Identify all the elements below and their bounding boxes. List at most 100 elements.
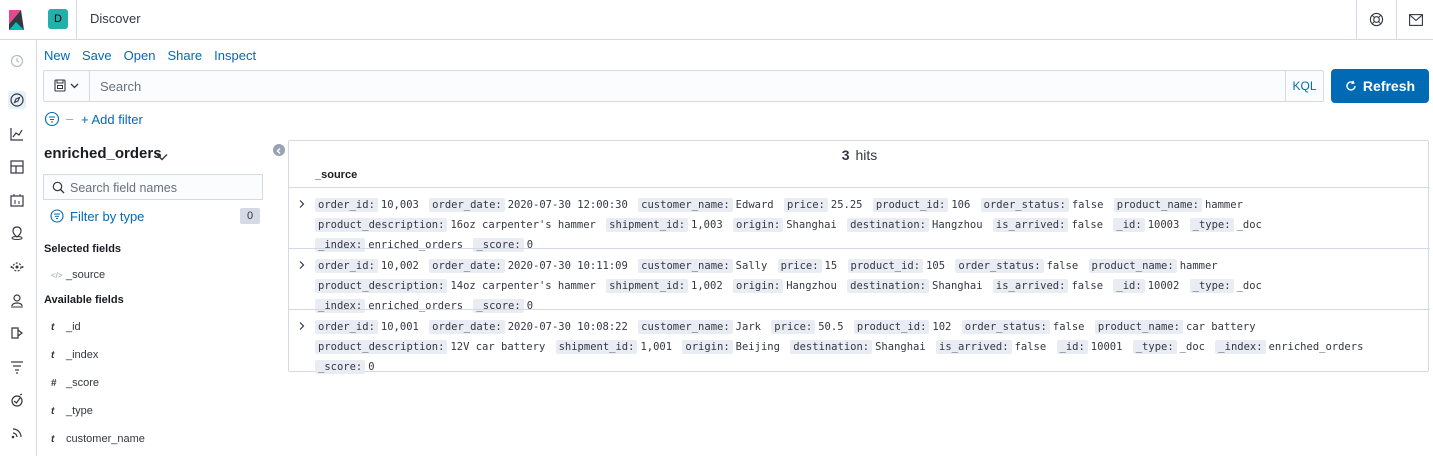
menu-inspect[interactable]: Inspect (214, 48, 256, 63)
field-key: destination: (847, 279, 929, 293)
field-key: _score: (315, 360, 366, 374)
field-pair: destination: Shanghai (790, 340, 926, 354)
divider (76, 0, 77, 40)
string-type-icon: t (51, 350, 55, 361)
field-value: hammer (1179, 260, 1218, 272)
field-value: 1,003 (691, 219, 723, 231)
field-key: _index: (1215, 340, 1266, 354)
logs-icon[interactable] (8, 324, 26, 342)
clock-icon[interactable] (8, 52, 26, 70)
field-key: is_arrived: (936, 340, 1012, 354)
chevron-right-icon[interactable] (297, 318, 307, 330)
field-key: product_name: (1094, 320, 1184, 334)
discover-icon[interactable] (8, 91, 26, 109)
filter-by-type-label: Filter by type (70, 209, 145, 224)
field-item[interactable]: t _index (51, 349, 98, 361)
field-pair: _id: 10003 (1113, 218, 1179, 232)
menu-open[interactable]: Open (124, 48, 156, 63)
help-icon[interactable] (1369, 12, 1384, 32)
field-value: hammer (1204, 199, 1243, 211)
field-key: is_arrived: (992, 279, 1069, 293)
field-key: order_date: (429, 198, 505, 212)
saved-queries-button[interactable] (44, 71, 90, 101)
field-value: 106 (951, 199, 971, 211)
menu-share[interactable]: Share (167, 48, 202, 63)
field-value: 10,003 (380, 199, 419, 211)
siem-icon[interactable] (8, 291, 26, 309)
field-search-input[interactable]: Search field names (43, 174, 263, 200)
kql-language-toggle[interactable]: KQL (1285, 71, 1323, 101)
field-key: price: (777, 259, 822, 273)
field-pair: product_name: hammer (1113, 198, 1243, 212)
field-value: _doc (1236, 280, 1262, 292)
menu-new[interactable]: New (44, 48, 70, 63)
field-pair: shipment_id: 1,002 (606, 279, 723, 293)
field-pair: is_arrived: false (992, 279, 1103, 293)
table-row: order_id: 10,003 order_date: 2020-07-30 12… (289, 187, 1430, 252)
field-value: false (1014, 341, 1047, 353)
signal-icon[interactable] (8, 424, 26, 442)
field-pair: product_description: 16oz carpenter's ham… (315, 218, 596, 232)
field-item[interactable]: </> _source (51, 269, 105, 281)
field-key: order_id: (315, 259, 378, 273)
search-input[interactable]: Search (100, 79, 141, 94)
mail-icon[interactable] (1409, 13, 1423, 31)
search-icon (52, 181, 65, 194)
field-value: Hangzhou (786, 280, 837, 292)
index-pattern-title[interactable]: enriched_orders (44, 145, 162, 162)
menu-save[interactable]: Save (82, 48, 112, 63)
chevron-right-icon[interactable] (297, 196, 307, 208)
visualize-icon[interactable] (8, 125, 26, 143)
field-value: Shanghai (932, 280, 983, 292)
add-filter-button[interactable]: + Add filter (81, 112, 143, 127)
field-pair: price: 25.25 (783, 198, 862, 212)
field-key: _id: (1056, 340, 1088, 354)
field-pair: order_id: 10,002 (315, 259, 419, 273)
chevron-down-icon[interactable] (156, 148, 168, 166)
field-item[interactable]: t _type (51, 405, 93, 417)
apm-icon[interactable] (8, 358, 26, 376)
hits-number: 3 (841, 147, 850, 163)
field-item[interactable]: # _score (51, 377, 99, 389)
uptime-icon[interactable] (8, 391, 26, 409)
source-doc: order_id: 10,002 order_date: 2020-07-30 10… (315, 256, 1415, 316)
field-key: origin: (682, 340, 733, 354)
field-value: false (1052, 321, 1085, 333)
ml-icon[interactable] (8, 258, 26, 276)
space-avatar[interactable]: D (48, 9, 68, 29)
field-key: shipment_id: (606, 218, 689, 232)
field-key: is_arrived: (992, 218, 1069, 232)
field-key: product_description: (315, 340, 448, 354)
kibana-logo-icon[interactable] (0, 0, 37, 40)
field-value: 10,001 (380, 321, 419, 333)
field-pair: product_description: 14oz carpenter's ham… (315, 279, 596, 293)
field-pair: price: 50.5 (771, 320, 844, 334)
field-pair: price: 15 (777, 259, 837, 273)
string-type-icon: t (51, 434, 55, 445)
maps-icon[interactable] (8, 224, 26, 242)
field-key: price: (783, 198, 828, 212)
field-item[interactable]: t customer_name (51, 433, 145, 445)
field-value: false (1046, 260, 1079, 272)
collapse-sidebar-button[interactable] (273, 144, 285, 156)
dashboard-icon[interactable] (8, 158, 26, 176)
field-item[interactable]: t _id (51, 321, 81, 333)
field-name: _score (66, 377, 100, 389)
field-value: Edward (735, 199, 774, 211)
refresh-button[interactable]: Refresh (1331, 69, 1429, 103)
field-key: product_id: (847, 259, 924, 273)
chevron-right-icon[interactable] (297, 257, 307, 269)
field-key: _id: (1113, 218, 1145, 232)
canvas-icon[interactable] (8, 191, 26, 209)
table-row: order_id: 10,002 order_date: 2020-07-30 10… (289, 248, 1430, 313)
field-key: order_date: (429, 259, 505, 273)
filter-options-icon[interactable] (44, 111, 60, 132)
field-pair: _type: _doc (1189, 279, 1262, 293)
field-name: _type (66, 405, 93, 417)
refresh-icon (1346, 80, 1356, 91)
side-nav (0, 40, 37, 456)
field-key: order_status: (980, 198, 1069, 212)
string-type-icon: t (51, 406, 55, 417)
field-value: 2020-07-30 12:00:30 (507, 199, 628, 211)
query-bar: Search KQL (43, 70, 1324, 102)
